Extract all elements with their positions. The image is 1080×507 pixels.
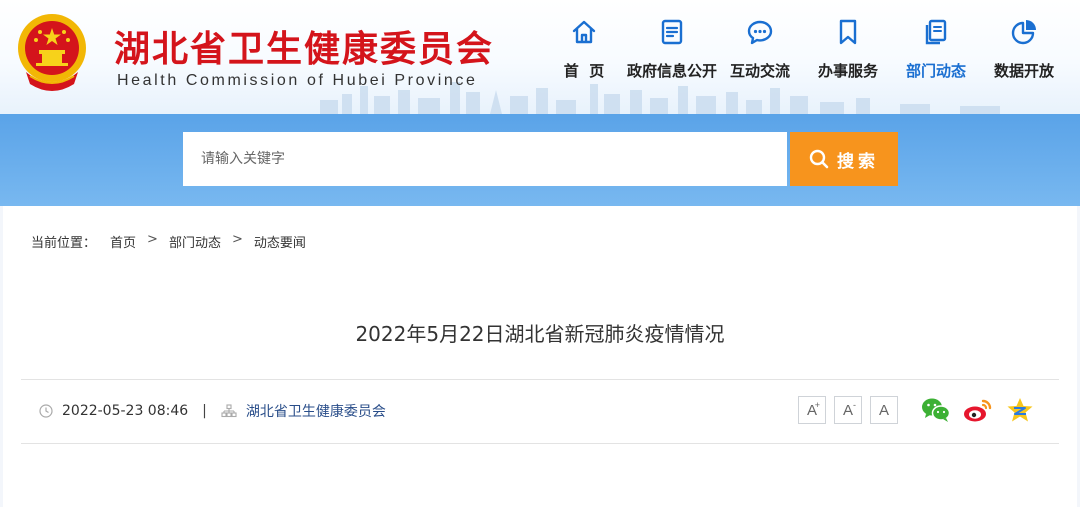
pages-icon: [925, 19, 947, 45]
clock-icon: [39, 404, 53, 418]
home-icon: [572, 20, 596, 44]
qzone-icon: [1007, 398, 1033, 422]
font-reset-label: A: [878, 401, 889, 419]
nav-item-label: 部门动态: [905, 62, 966, 80]
search-input[interactable]: [183, 132, 787, 186]
font-decrease-mark: -: [853, 400, 856, 410]
pie-chart-icon: [1011, 20, 1036, 45]
nav-item-services[interactable]: 办事服务: [804, 18, 892, 98]
breadcrumb-separator: >: [147, 232, 158, 247]
site-title: 湖北省卫生健康委员会: [114, 28, 495, 70]
publish-date: 2022-05-23 08:46: [62, 403, 189, 419]
nav-item-open-data[interactable]: 数据开放: [980, 18, 1068, 98]
nav-item-label: 首 页: [563, 62, 605, 80]
search-button[interactable]: 搜索: [790, 132, 898, 186]
font-reset-button[interactable]: A: [870, 396, 898, 424]
share-weibo-button[interactable]: [963, 396, 993, 424]
wechat-icon: [922, 398, 951, 422]
document-list-icon: [661, 19, 683, 45]
font-increase-button[interactable]: A +: [798, 396, 826, 424]
site-header: 湖北省卫生健康委员会 Health Commission of Hubei Pr…: [0, 0, 1080, 114]
share-bar: [921, 396, 1047, 424]
article-title: 2022年5月22日湖北省新冠肺炎疫情情况: [355, 322, 725, 346]
divider: [21, 379, 1059, 380]
font-decrease-label: A: [842, 401, 853, 419]
nav-item-label: 办事服务: [817, 62, 878, 80]
nav-item-label: 政府信息公开: [627, 62, 718, 80]
search-button-label: 搜索: [837, 151, 879, 172]
nav-item-gov-info[interactable]: 政府信息公开: [627, 18, 718, 98]
article-panel: 当前位置： 首页 > 部门动态 > 动态要闻 2022年5月22日湖北省新冠肺炎…: [3, 206, 1077, 507]
font-increase-mark: +: [814, 400, 820, 410]
meta-separator: |: [202, 403, 207, 419]
nav-item-home[interactable]: 首 页: [540, 18, 628, 98]
national-emblem-logo: [18, 14, 86, 91]
search-icon: [809, 149, 829, 169]
font-decrease-button[interactable]: A-: [834, 396, 862, 424]
nav-item-label: 互动交流: [729, 62, 790, 80]
nav-item-label: 数据开放: [993, 62, 1054, 80]
article-source: 湖北省卫生健康委员会: [245, 404, 386, 420]
divider: [21, 443, 1059, 444]
chat-bubble-icon: [747, 20, 773, 45]
font-size-controls: A + A- A: [798, 396, 906, 424]
weibo-icon: [964, 399, 992, 422]
nav-item-interaction[interactable]: 互动交流: [716, 18, 804, 98]
breadcrumb-home[interactable]: 首页: [110, 232, 136, 251]
organization-icon: [221, 404, 237, 418]
nav-item-dept-news[interactable]: 部门动态: [892, 18, 980, 98]
share-qzone-button[interactable]: [1005, 396, 1035, 424]
breadcrumb-separator: >: [231, 232, 243, 247]
breadcrumb-news-highlights[interactable]: 动态要闻: [254, 232, 306, 251]
breadcrumb-prefix: 当前位置：: [31, 236, 97, 251]
site-subtitle: Health Commission of Hubei Province: [117, 72, 478, 89]
article-meta: 2022-05-23 08:46 | 湖北省卫生健康委员会: [39, 402, 386, 420]
breadcrumb: 当前位置： 首页 > 部门动态 > 动态要闻: [31, 232, 306, 251]
main-nav: 首 页 政府信息公开 互动交流 办事服务 部门动态 数据开放: [540, 18, 1068, 98]
bookmark-icon: [839, 19, 857, 45]
share-wechat-button[interactable]: [921, 396, 951, 424]
breadcrumb-dept-news[interactable]: 部门动态: [169, 232, 221, 251]
